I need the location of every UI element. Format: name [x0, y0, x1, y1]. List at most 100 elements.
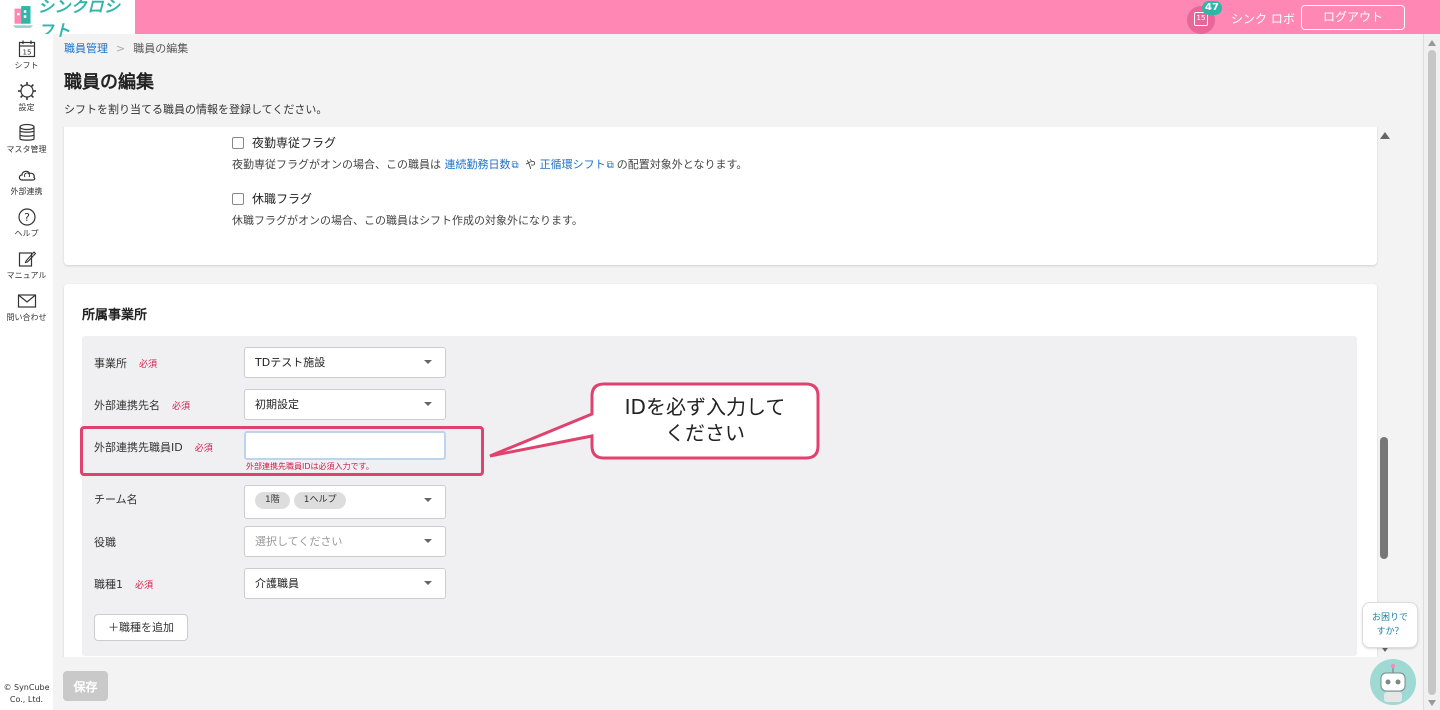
page-title: 職員の編集 [64, 72, 154, 93]
robot-assistant-icon[interactable] [1370, 659, 1416, 705]
night-flag-checkbox[interactable] [232, 136, 244, 149]
sidebar: 15 シフト 設定 マスタ管理 外部連携 ? ヘルプ マニュアル 問い合わせ ©… [0, 34, 53, 710]
chevron-down-icon [424, 498, 432, 502]
job-type-label-text: 職種1 [94, 578, 123, 591]
chevron-down-icon [424, 539, 432, 543]
sidebar-item-label: 問い合わせ [6, 313, 47, 322]
add-job-type-button[interactable]: ＋職種を追加 [94, 614, 188, 641]
sidebar-item-manual[interactable]: マニュアル [0, 249, 53, 281]
forward-rotation-link[interactable]: 正循環シフト [540, 158, 606, 171]
calendar-icon-day: 15 [22, 49, 31, 57]
leave-flag-note: 休職フラグがオンの場合、この職員はシフト作成の対象外になります。 [232, 214, 583, 227]
position-label-text: 役職 [94, 536, 116, 549]
chevron-down-icon [424, 402, 432, 406]
required-badge: 必須 [139, 360, 158, 370]
night-flag-note-prefix: 夜勤専従フラグがオンの場合、この職員は [232, 158, 441, 171]
notification-calendar[interactable]: 15 47 [1187, 1, 1222, 34]
app-header: シンクロシフト 15 47 シンク ロボ ログアウト [0, 0, 1440, 40]
annotation-callout: IDを必ず入力して ください [489, 382, 820, 460]
calendar-icon: 15 [18, 40, 35, 58]
sidebar-item-shift[interactable]: 15 シフト [0, 39, 53, 71]
sidebar-item-label: マニュアル [6, 271, 47, 280]
external-link-icon: ⧉ [511, 160, 519, 171]
leave-flag-label: 休職フラグ [252, 192, 313, 206]
sidebar-item-label: ヘルプ [14, 229, 39, 238]
breadcrumb-separator: > [116, 42, 126, 55]
logout-button[interactable]: ログアウト [1301, 5, 1405, 30]
page-scroll-thumb[interactable] [1428, 50, 1436, 695]
scroll-down-arrow-icon[interactable] [1428, 700, 1436, 706]
page-description: シフトを割り当てる職員の情報を登録してください。 [64, 103, 328, 116]
breadcrumb: 職員管理 > 職員の編集 [64, 40, 188, 56]
position-select-placeholder: 選択してください [255, 535, 343, 548]
position-label: 役職 [94, 534, 116, 550]
breadcrumb-link-staff[interactable]: 職員管理 [64, 42, 108, 55]
manual-edit-icon [18, 251, 36, 267]
office-label: 事業所 必須 [94, 355, 157, 371]
consecutive-days-link[interactable]: 連続勤務日数 [445, 158, 511, 171]
job-type-select[interactable]: 介護職員 [244, 568, 446, 599]
office-section-title: 所属事業所 [82, 308, 148, 323]
form-scrollbar[interactable] [1377, 127, 1391, 657]
copyright: © SynCube Co., Ltd. [0, 682, 53, 706]
app-logo[interactable]: シンクロシフト [0, 0, 135, 40]
save-button[interactable]: 保存 [63, 671, 108, 701]
page-scrollbar[interactable] [1423, 34, 1440, 710]
sidebar-item-external[interactable]: 外部連携 [0, 165, 53, 197]
external-partner-label: 外部連携先名 必須 [94, 397, 190, 413]
job-type-label: 職種1 必須 [94, 576, 153, 592]
scroll-thumb[interactable] [1380, 437, 1388, 559]
svg-text:?: ? [24, 211, 30, 224]
user-name: シンク ロボ [1231, 12, 1295, 26]
leave-flag-checkbox[interactable] [232, 192, 244, 205]
sidebar-item-label: マスタ管理 [6, 145, 47, 154]
office-label-text: 事業所 [94, 357, 127, 370]
copyright-line: © SynCube [3, 683, 50, 692]
leave-flag-row[interactable]: 休職フラグ [232, 190, 312, 207]
team-select[interactable]: 1階 1ヘルプ [244, 485, 446, 519]
team-chip: 1ヘルプ [293, 492, 347, 509]
callout-line-2: ください [665, 421, 745, 445]
help-bubble-line: お困りで [1371, 613, 1408, 623]
chevron-down-icon [424, 360, 432, 364]
help-bubble-line: すか？ [1376, 627, 1404, 637]
callout-line-1: IDを必ず入力して [625, 395, 786, 419]
question-icon: ? [17, 208, 36, 226]
sidebar-item-label: 外部連携 [10, 187, 43, 196]
external-partner-select-value: 初期設定 [255, 398, 299, 411]
scroll-up-arrow-icon[interactable] [1428, 40, 1436, 46]
sidebar-item-label: シフト [14, 61, 39, 70]
job-type-select-value: 介護職員 [255, 577, 299, 590]
database-icon [18, 123, 35, 141]
night-flag-note-middle: や [525, 158, 537, 171]
sidebar-item-contact[interactable]: 問い合わせ [0, 291, 53, 323]
sidebar-item-help[interactable]: ? ヘルプ [0, 207, 53, 239]
notification-count-badge: 47 [1202, 1, 1222, 15]
night-flag-label: 夜勤専従フラグ [252, 136, 337, 150]
night-flag-row[interactable]: 夜勤専従フラグ [232, 134, 336, 151]
breadcrumb-current: 職員の編集 [133, 42, 189, 55]
sidebar-item-label: 設定 [18, 103, 35, 112]
required-badge: 必須 [172, 402, 191, 412]
office-select[interactable]: TDテスト施設 [244, 347, 446, 378]
required-badge: 必須 [135, 581, 154, 591]
scroll-up-arrow-icon[interactable] [1380, 132, 1390, 139]
team-label-text: チーム名 [94, 493, 138, 506]
external-partner-select[interactable]: 初期設定 [244, 389, 446, 420]
office-select-value: TDテスト施設 [255, 356, 326, 369]
robot-icon [1380, 664, 1406, 702]
sidebar-item-master[interactable]: マスタ管理 [0, 123, 53, 155]
chevron-down-icon [424, 581, 432, 585]
sidebar-item-settings[interactable]: 設定 [0, 81, 53, 113]
position-select[interactable]: 選択してください [244, 526, 446, 557]
team-label: チーム名 [94, 491, 138, 507]
team-chip: 1階 [255, 492, 290, 509]
gear-icon [17, 82, 36, 100]
help-chat-bubble[interactable]: お困りで すか？ [1362, 602, 1418, 648]
logo-building-icon [12, 6, 34, 28]
annotation-highlight-box [80, 426, 484, 476]
mail-icon [17, 294, 36, 308]
external-partner-label-text: 外部連携先名 [94, 399, 160, 412]
flags-card: 夜勤専従フラグ 夜勤専従フラグがオンの場合、この職員は 連続勤務日数⧉ や 正循… [64, 127, 1377, 265]
night-flag-note: 夜勤専従フラグがオンの場合、この職員は 連続勤務日数⧉ や 正循環シフト⧉ の配置… [232, 156, 747, 172]
